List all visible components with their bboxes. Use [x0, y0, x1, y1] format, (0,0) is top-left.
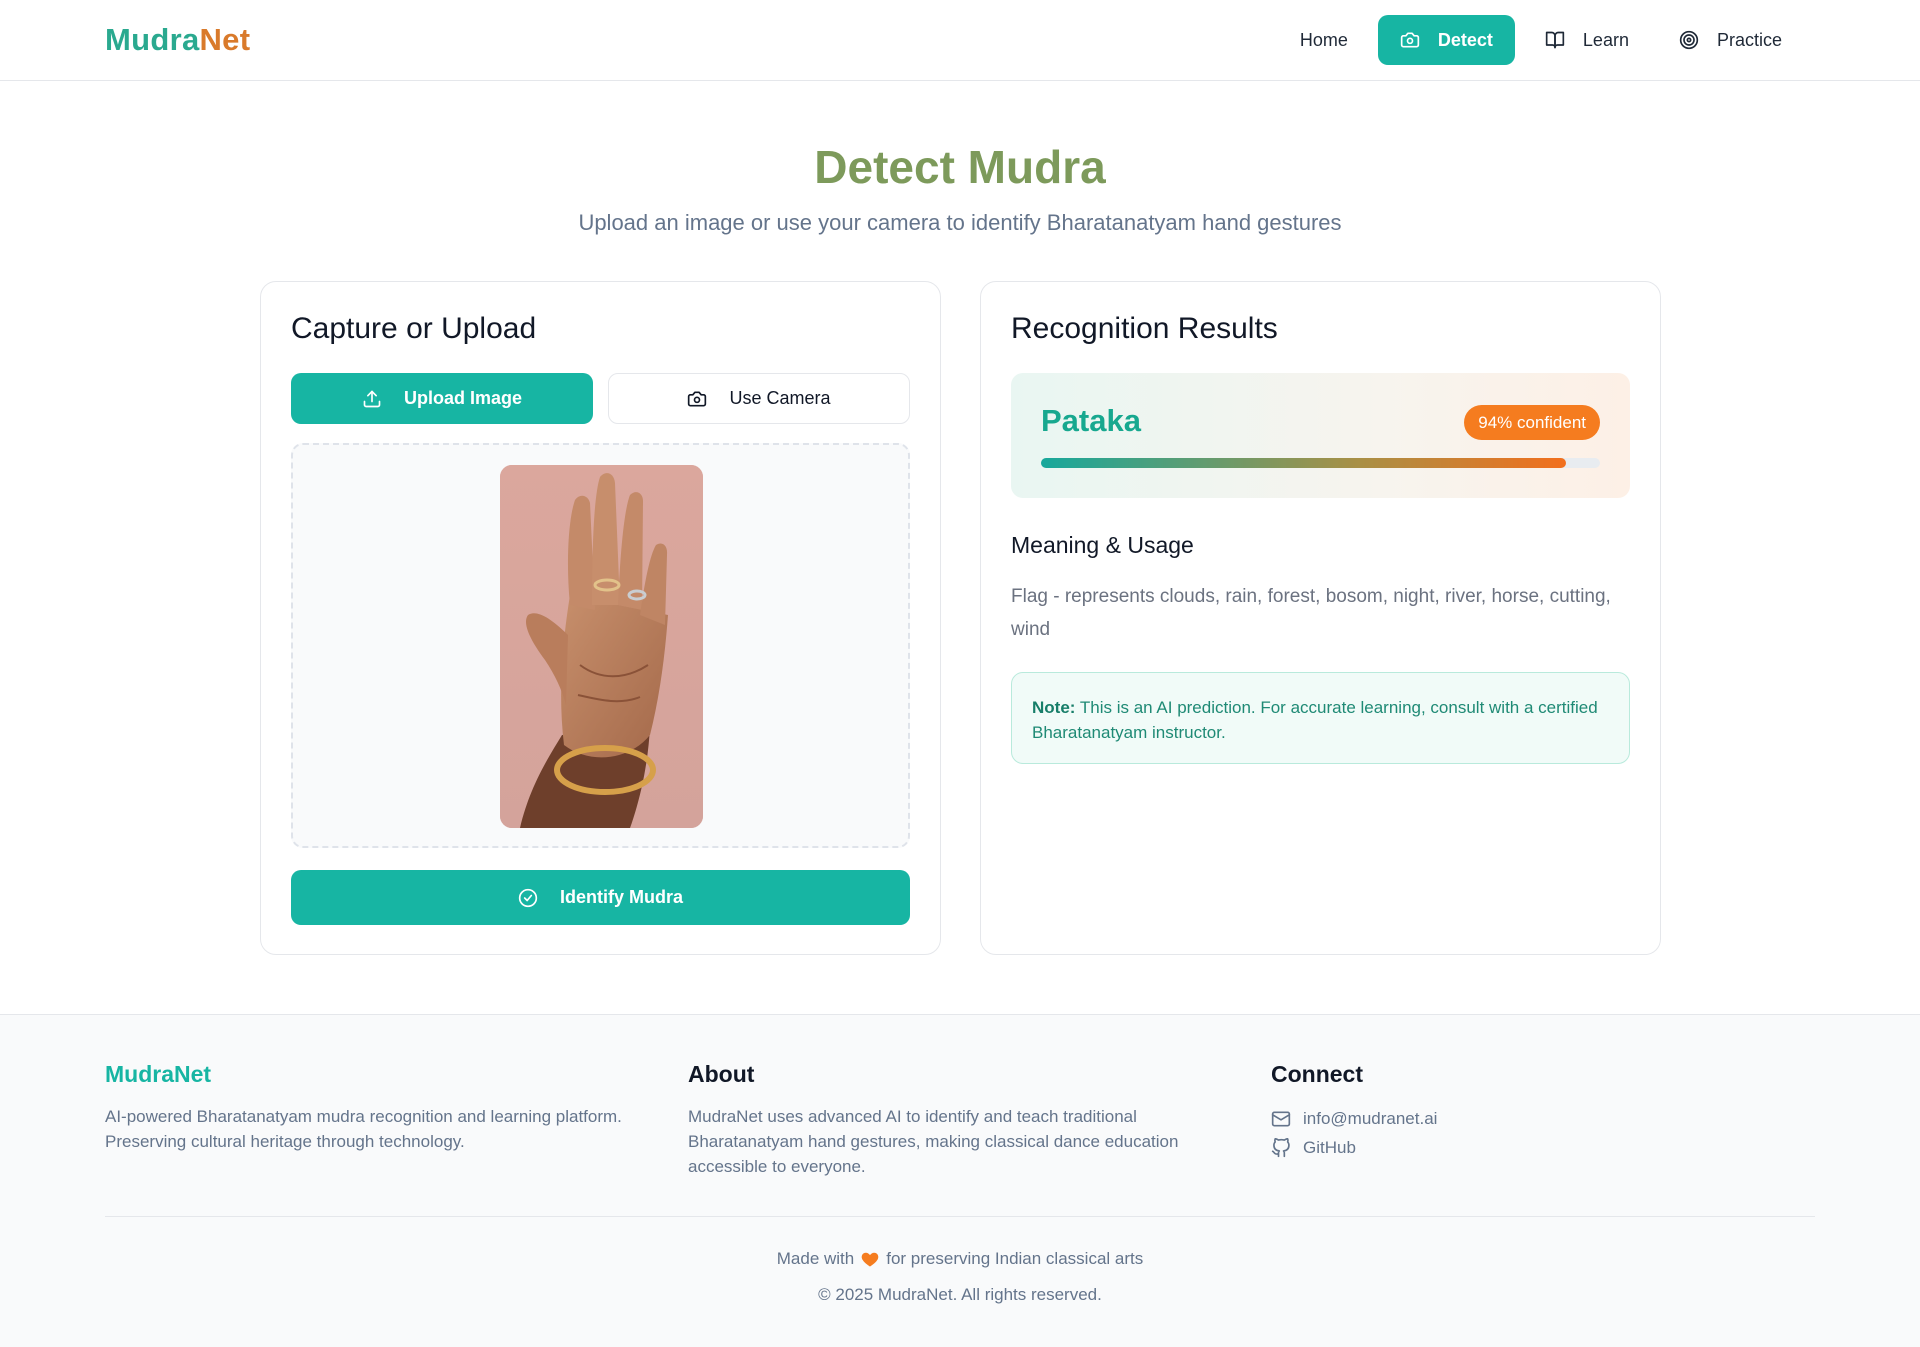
target-icon — [1679, 30, 1699, 50]
note-label: Note: — [1032, 698, 1076, 717]
upload-image-button[interactable]: Upload Image — [291, 373, 593, 424]
nav-learn[interactable]: Learn — [1525, 15, 1649, 65]
footer-brand: MudraNet — [105, 1061, 212, 1087]
brand-logo-part1: Mudra — [105, 22, 200, 57]
footer-about-text: MudraNet uses advanced AI to identify an… — [688, 1107, 1179, 1176]
prediction-panel: Pataka 94% confident — [1011, 373, 1630, 498]
made-with-suffix: for preserving Indian classical arts — [886, 1249, 1144, 1268]
use-camera-label: Use Camera — [729, 388, 831, 408]
footer-about-heading: About — [688, 1061, 755, 1087]
nav-detect-label: Detect — [1437, 29, 1493, 50]
confidence-bar — [1041, 458, 1600, 468]
footer-made-with: Made with for preserving Indian classica… — [0, 1249, 1920, 1269]
upload-image-label: Upload Image — [403, 388, 523, 408]
footer-about-column: About MudraNet uses advanced AI to ident… — [688, 1061, 1208, 1179]
footer-github-link[interactable]: GitHub — [1271, 1133, 1671, 1162]
footer-email-link[interactable]: info@mudranet.ai — [1271, 1104, 1671, 1133]
footer-divider — [105, 1216, 1815, 1217]
footer-copyright: © 2025 MudraNet. All rights reserved. — [818, 1285, 1102, 1304]
uploaded-hand-image — [500, 465, 703, 828]
identify-mudra-button[interactable]: Identify Mudra — [291, 870, 910, 925]
confidence-badge: 94% confident — [1464, 405, 1600, 440]
mail-icon — [1271, 1111, 1291, 1126]
page-title: Detect Mudra — [814, 141, 1106, 193]
confidence-bar-fill — [1041, 458, 1567, 468]
check-circle-icon — [518, 888, 538, 907]
made-with-prefix: Made with — [776, 1249, 855, 1268]
camera-icon — [1400, 32, 1420, 48]
footer-github: GitHub — [1303, 1137, 1356, 1157]
capture-heading: Capture or Upload — [291, 312, 537, 345]
nav-practice[interactable]: Practice — [1659, 15, 1802, 65]
nav-links: Home Detect Learn Practice — [1280, 15, 1802, 65]
results-heading: Recognition Results — [1011, 312, 1278, 345]
nav-detect[interactable]: Detect — [1377, 15, 1515, 65]
nav-home[interactable]: Home — [1280, 15, 1368, 65]
heart-icon — [861, 1252, 879, 1267]
capture-card: Capture or Upload Upload Image Use Camer… — [260, 281, 941, 955]
footer-connect-column: Connect info@mudranet.ai GitHub — [1271, 1061, 1671, 1162]
footer-brand-column: MudraNet AI-powered Bharatanatyam mudra … — [105, 1061, 665, 1154]
note-text: This is an AI prediction. For accurate l… — [1032, 698, 1598, 742]
image-dropzone[interactable] — [291, 443, 910, 848]
nav-learn-label: Learn — [1582, 29, 1629, 50]
book-open-icon — [1545, 31, 1565, 49]
upload-icon — [363, 390, 381, 407]
disclaimer-note: Note: This is an AI prediction. For accu… — [1011, 672, 1630, 764]
top-navbar: MudraNet Home Detect Learn Practice — [0, 0, 1920, 81]
results-card: Recognition Results Pataka 94% confident… — [980, 281, 1661, 955]
meaning-heading: Meaning & Usage — [1011, 532, 1194, 558]
meaning-text: Flag - represents clouds, rain, forest, … — [1011, 586, 1611, 640]
identify-mudra-label: Identify Mudra — [559, 887, 683, 907]
footer-connect-heading: Connect — [1271, 1061, 1363, 1087]
github-icon — [1271, 1137, 1290, 1157]
camera-icon — [688, 391, 707, 406]
brand-logo[interactable]: MudraNet — [105, 22, 250, 58]
footer-brand-desc: AI-powered Bharatanatyam mudra recogniti… — [105, 1107, 622, 1151]
footer: MudraNet AI-powered Bharatanatyam mudra … — [0, 1014, 1920, 1347]
brand-logo-part2: Net — [199, 22, 251, 57]
page-subtitle: Upload an image or use your camera to id… — [578, 210, 1342, 235]
footer-email: info@mudranet.ai — [1303, 1108, 1438, 1128]
use-camera-button[interactable]: Use Camera — [608, 373, 910, 424]
nav-home-label: Home — [1299, 29, 1348, 50]
mudra-name: Pataka — [1041, 403, 1141, 438]
nav-practice-label: Practice — [1716, 29, 1782, 50]
